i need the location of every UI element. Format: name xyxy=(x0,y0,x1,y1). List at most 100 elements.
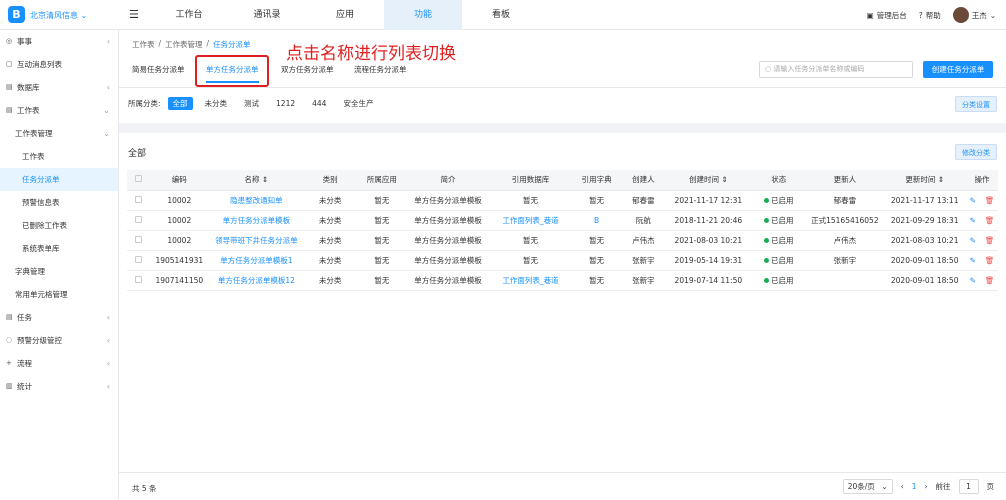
sidebar-item[interactable]: ▤ 任务 ‹ xyxy=(0,306,118,329)
table-row[interactable]: 10002 领导带班下井任务分派单 未分类 暂无 单方任务分派单模板 暂无 暂无 卢伟杰 202… xyxy=(127,230,998,251)
row-checkbox[interactable] xyxy=(134,215,142,223)
table-row[interactable]: 10002 单方任务分派单模板 未分类 暂无 单方任务分派单模板 工作面列表_巷道 B 阮航 2… xyxy=(127,210,998,231)
column-header[interactable]: 引用字典 xyxy=(571,170,622,191)
column-header[interactable]: 简介 xyxy=(406,170,490,191)
sidebar-item[interactable]: 常用单元格管理 xyxy=(0,283,118,306)
next-page-icon[interactable]: › xyxy=(925,482,928,491)
cell-link[interactable]: 工作面列表_巷道 xyxy=(502,216,558,225)
row-checkbox[interactable] xyxy=(134,235,142,243)
sidebar-item[interactable]: + 流程 ‹ xyxy=(0,352,118,375)
category-chip[interactable]: 未分类 xyxy=(200,97,233,110)
delete-icon[interactable]: 🗑 xyxy=(985,196,995,205)
column-header[interactable]: 编码 xyxy=(149,170,210,191)
column-header[interactable]: 类别 xyxy=(303,170,358,191)
row-checkbox-cell[interactable] xyxy=(127,250,150,271)
category-chip[interactable]: 测试 xyxy=(239,97,264,110)
column-header[interactable]: 更新时间 ⇕ xyxy=(883,170,966,191)
row-checkbox-cell[interactable] xyxy=(127,270,150,291)
column-header[interactable]: 状态 xyxy=(751,170,807,191)
category-chip[interactable]: 全部 xyxy=(167,97,193,110)
category-chip[interactable]: 1212 xyxy=(271,98,300,109)
sidebar-item[interactable]: ◎ 事事 ‹ xyxy=(0,30,118,53)
category-settings-button[interactable]: 分类设置 xyxy=(955,96,997,112)
sidebar-item[interactable]: 系统表单库 xyxy=(0,237,118,260)
sidebar-item[interactable]: 工作表管理 ⌄ xyxy=(0,122,118,145)
sidebar-item[interactable]: 已删除工作表 xyxy=(0,214,118,237)
top-nav-item[interactable]: 功能 xyxy=(384,0,462,30)
top-nav-item[interactable]: 通讯录 xyxy=(228,0,306,30)
search-input[interactable]: ○ 请输入任务分派单名称或编码 xyxy=(759,61,913,78)
cell-text: 单方任务分派单模板 xyxy=(414,275,482,285)
help-link[interactable]: ? 帮助 xyxy=(919,10,941,21)
tab-item[interactable]: 双方任务分派单 xyxy=(281,63,334,83)
edit-icon[interactable]: ✎ xyxy=(970,256,976,265)
column-header[interactable]: 更新人 xyxy=(806,170,884,191)
category-chip[interactable]: 安全生产 xyxy=(338,97,378,110)
app-logo-icon[interactable]: B xyxy=(8,6,25,23)
tab-item[interactable]: 流程任务分派单 xyxy=(354,63,407,83)
prev-page-icon[interactable]: ‹ xyxy=(901,482,904,491)
create-button[interactable]: 创建任务分派单 xyxy=(923,61,993,78)
table-row[interactable]: 1907141150 单方任务分派单模板12 未分类 暂无 单方任务分派单模板 工作面列表… xyxy=(127,270,998,291)
cell-name: 领导带班下井任务分派单 xyxy=(209,230,304,251)
column-header[interactable]: 引用数据库 xyxy=(489,170,572,191)
breadcrumb-item[interactable]: 任务分派单 xyxy=(213,39,251,50)
edit-icon[interactable]: ✎ xyxy=(970,216,976,225)
edit-icon[interactable]: ✎ xyxy=(970,276,976,285)
admin-link[interactable]: ▣ 管理后台 xyxy=(867,10,907,21)
table-row[interactable]: 1905141931 单方任务分派单模板1 未分类 暂无 单方任务分派单模板 暂无 暂无 张新… xyxy=(127,250,998,271)
select-all-checkbox[interactable] xyxy=(134,175,142,183)
cell-link[interactable]: 单方任务分派单模板 xyxy=(223,216,291,225)
row-checkbox[interactable] xyxy=(134,275,142,283)
sidebar-item[interactable]: ▤ 工作表 ⌄ xyxy=(0,99,118,122)
cell-link[interactable]: 领导带班下井任务分派单 xyxy=(215,236,298,245)
cell-link[interactable]: B xyxy=(594,216,599,225)
menu-fold-icon[interactable]: ☰ xyxy=(129,8,139,21)
sidebar-item[interactable]: ▢ 互动消息列表 xyxy=(0,53,118,76)
cell-text: 1907141150 xyxy=(155,275,204,285)
sidebar-item[interactable]: 工作表 xyxy=(0,145,118,168)
top-nav-item[interactable]: 应用 xyxy=(306,0,384,30)
sidebar-item[interactable]: ◌ 预警分级管控 ‹ xyxy=(0,329,118,352)
cell-link[interactable]: 单方任务分派单模板1 xyxy=(220,256,292,265)
delete-icon[interactable]: 🗑 xyxy=(985,216,995,225)
top-nav-item[interactable]: 工作台 xyxy=(150,0,228,30)
sidebar-item-label: 预警分级管控 xyxy=(17,336,62,345)
category-chip[interactable]: 444 xyxy=(307,98,331,109)
top-nav-item[interactable]: 看板 xyxy=(462,0,540,30)
sidebar-item[interactable]: ▤ 数据库 ‹ xyxy=(0,76,118,99)
user-menu[interactable]: 王杰 ⌄ xyxy=(952,7,996,23)
org-switcher[interactable]: 北京清风信息 ⌄ xyxy=(30,10,87,21)
cell-link[interactable]: 隐患整改通知单 xyxy=(230,196,283,205)
cell-link[interactable]: 单方任务分派单模板12 xyxy=(218,276,295,285)
edit-icon[interactable]: ✎ xyxy=(970,196,976,205)
goto-page-input[interactable]: 1 xyxy=(958,479,979,494)
sidebar-item[interactable]: ▥ 统计 ‹ xyxy=(0,375,118,398)
sidebar-item[interactable]: 预警信息表 xyxy=(0,191,118,214)
breadcrumb-item[interactable]: 工作表 xyxy=(132,39,155,50)
edit-category-button[interactable]: 修改分类 xyxy=(955,144,997,160)
row-checkbox-cell[interactable] xyxy=(127,210,150,231)
sidebar-item[interactable]: 任务分派单 xyxy=(0,168,118,191)
tab-item[interactable]: 简易任务分派单 xyxy=(132,63,185,83)
column-header[interactable]: 创建人 xyxy=(621,170,666,191)
column-header[interactable]: 名称 ⇕ xyxy=(209,170,304,191)
row-checkbox-cell[interactable] xyxy=(127,190,150,211)
column-header[interactable]: 创建时间 ⇕ xyxy=(665,170,752,191)
cell-text: 暂无 xyxy=(374,215,390,225)
page-size-select[interactable]: 20条/页 ⌄ xyxy=(842,479,893,494)
column-header[interactable]: 所属应用 xyxy=(357,170,407,191)
edit-icon[interactable]: ✎ xyxy=(970,236,976,245)
delete-icon[interactable]: 🗑 xyxy=(985,236,995,245)
row-checkbox[interactable] xyxy=(134,255,142,263)
row-checkbox-cell[interactable] xyxy=(127,230,150,251)
sidebar-item[interactable]: 字典管理 xyxy=(0,260,118,283)
delete-icon[interactable]: 🗑 xyxy=(985,276,995,285)
delete-icon[interactable]: 🗑 xyxy=(985,256,995,265)
page-number[interactable]: 1 xyxy=(912,482,917,491)
cell-link[interactable]: 工作面列表_巷道 xyxy=(502,276,558,285)
table-row[interactable]: 10002 隐患整改通知单 未分类 暂无 单方任务分派单模板 暂无 暂无 郁春雷 2021-11… xyxy=(127,190,998,211)
row-checkbox[interactable] xyxy=(134,195,142,203)
breadcrumb-item[interactable]: 工作表管理 xyxy=(165,39,203,50)
column-header[interactable]: 操作 xyxy=(965,170,998,191)
